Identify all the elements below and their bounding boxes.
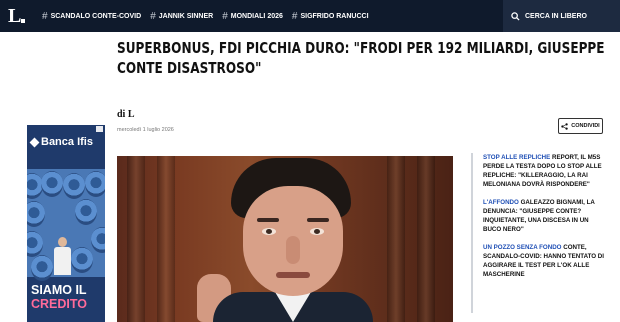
share-label: CONDIVIDI bbox=[571, 123, 600, 129]
ad-brand: Banca Ifis bbox=[29, 136, 93, 148]
related-news-item[interactable]: STOP ALLE REPLICHE REPORT, IL M5S PERDE … bbox=[483, 153, 606, 189]
share-icon bbox=[561, 122, 569, 130]
related-news-sidebar: STOP ALLE REPLICHE REPORT, IL M5S PERDE … bbox=[471, 153, 606, 313]
article-date: mercoledì 1 luglio 2026 bbox=[117, 127, 174, 133]
topic-sigfrido-ranucci[interactable]: # SIGFRIDO RANUCCI bbox=[292, 11, 369, 22]
topic-scandalo-conte-covid[interactable]: # SCANDALO CONTE-COVID bbox=[42, 11, 141, 22]
sidebar-divider bbox=[471, 153, 473, 313]
topic-mondiali-2026[interactable]: # MONDIALI 2026 bbox=[222, 11, 283, 22]
hashtag-icon: # bbox=[42, 10, 48, 22]
related-news-item[interactable]: L'AFFONDO GALEAZZO BIGNAMI, LA DENUNCIA:… bbox=[483, 198, 606, 234]
search-label: CERCA IN LIBERO bbox=[525, 12, 587, 20]
ad-choices-icon[interactable] bbox=[96, 126, 103, 132]
related-news-item[interactable]: UN POZZO SENZA FONDO CONTE, SCANDALO-COV… bbox=[483, 243, 606, 279]
article-headline: SUPERBONUS, FDI PICCHIA DURO: "FRODI PER… bbox=[117, 39, 605, 77]
advertisement-banner[interactable]: Banca Ifis SIAMO IL CREDITO bbox=[27, 125, 105, 322]
ad-person bbox=[53, 237, 71, 277]
hashtag-icon: # bbox=[222, 10, 228, 22]
share-button[interactable]: CONDIVIDI bbox=[558, 118, 603, 134]
top-navigation-bar: L # SCANDALO CONTE-COVID # JANNIK SINNER #… bbox=[0, 0, 620, 32]
hashtag-icon: # bbox=[150, 10, 156, 22]
brand-mark-icon bbox=[29, 137, 40, 147]
ad-header: Banca Ifis bbox=[27, 125, 105, 169]
news-kicker: UN POZZO SENZA FONDO bbox=[483, 244, 562, 251]
topic-jannik-sinner[interactable]: # JANNIK SINNER bbox=[150, 11, 213, 22]
news-kicker: L'AFFONDO bbox=[483, 199, 519, 206]
hashtag-icon: # bbox=[291, 10, 298, 22]
ad-slogan: SIAMO IL CREDITO bbox=[31, 283, 88, 311]
search-icon bbox=[511, 11, 520, 21]
search-button[interactable]: CERCA IN LIBERO bbox=[503, 0, 620, 32]
trending-topics: # SCANDALO CONTE-COVID # JANNIK SINNER # MO… bbox=[42, 0, 378, 32]
site-logo[interactable]: L bbox=[8, 5, 25, 27]
article-photo bbox=[117, 156, 453, 322]
ad-image bbox=[27, 169, 105, 281]
news-kicker: STOP ALLE REPLICHE bbox=[483, 154, 551, 161]
author-logo: di L bbox=[117, 109, 135, 120]
